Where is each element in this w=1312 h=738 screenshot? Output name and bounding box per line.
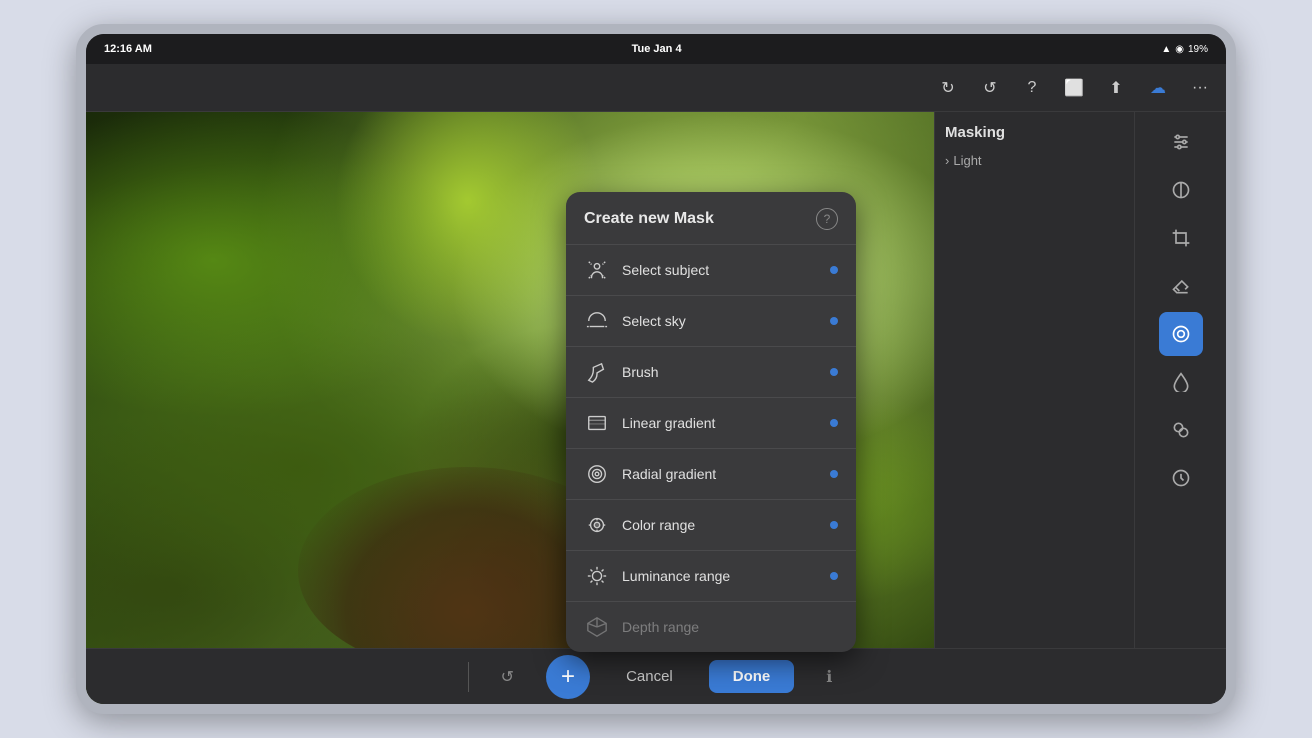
more-button[interactable]: ··· [1186,74,1214,102]
battery-indicator: 19% [1188,44,1208,55]
select-sky-dot [830,317,838,325]
help-icon: ? [824,212,831,226]
select-subject-icon [584,257,610,283]
done-button[interactable]: Done [709,660,795,693]
info-button[interactable]: ℹ [814,661,844,693]
brush-dot [830,368,838,376]
popup-header: Create new Mask ? [566,192,856,245]
mask-option-luminance-range[interactable]: Luminance range [566,551,856,602]
select-sky-icon [584,308,610,334]
luminance-range-label: Luminance range [622,568,818,584]
circle-icon-button[interactable] [1159,168,1203,212]
status-icons: ▲ ◉ 19% [1161,44,1208,55]
popup-help-button[interactable]: ? [816,208,838,230]
brush-icon [584,359,610,385]
select-subject-label: Select subject [622,262,818,278]
radial-gradient-dot [830,470,838,478]
mask-option-depth-range[interactable]: Depth range [566,602,856,652]
masking-panel: Masking › Light [934,112,1134,704]
redo-button[interactable]: ↻ [934,74,962,102]
crop-icon-button[interactable] [1159,216,1203,260]
drop-icon-button[interactable] [1159,360,1203,404]
create-mask-popup: Create new Mask ? Select subject [566,192,856,652]
right-panel [1134,112,1226,704]
mask-option-brush[interactable]: Brush [566,347,856,398]
status-time: 12:16 AM [104,43,152,55]
mask-option-select-sky[interactable]: Select sky [566,296,856,347]
cellular-icon: ◉ [1175,44,1184,55]
linear-gradient-label: Linear gradient [622,415,818,431]
bottom-divider [468,662,469,692]
help-button[interactable]: ? [1018,74,1046,102]
luminance-range-icon [584,563,610,589]
sliders-icon-button[interactable] [1159,120,1203,164]
masking-title: Masking [945,124,1124,141]
undo-bottom-button[interactable]: ↺ [489,661,526,693]
mask-option-select-subject[interactable]: Select subject [566,245,856,296]
depth-range-icon [584,614,610,640]
mask-option-radial-gradient[interactable]: Radial gradient [566,449,856,500]
color-range-dot [830,521,838,529]
bottom-bar: ↺ + Cancel Done ℹ [86,648,1226,704]
share-button[interactable]: ⬆ [1102,74,1130,102]
cancel-button[interactable]: Cancel [610,662,689,691]
radial-gradient-label: Radial gradient [622,466,818,482]
no-image-button[interactable]: ⬜ [1060,74,1088,102]
chevron-right-icon: › [945,153,949,168]
masking-icon-button[interactable] [1159,312,1203,356]
brush-label: Brush [622,364,818,380]
light-label: Light [953,153,981,168]
toolbar: ↻ ↺ ? ⬜ ⬆ ☁ ··· [86,64,1226,112]
cloud-button[interactable]: ☁ [1144,74,1172,102]
ipad-device: 12:16 AM Tue Jan 4 ▲ ◉ 19% ↻ ↺ ? ⬜ ⬆ ☁ ·… [76,24,1236,714]
linear-gradient-icon [584,410,610,436]
history-icon-button[interactable] [1159,456,1203,500]
color-range-label: Color range [622,517,818,533]
linear-gradient-dot [830,419,838,427]
popup-title: Create new Mask [584,210,714,228]
mask-option-linear-gradient[interactable]: Linear gradient [566,398,856,449]
status-date: Tue Jan 4 [632,43,682,55]
select-sky-label: Select sky [622,313,818,329]
depth-range-label: Depth range [622,619,838,635]
mask-option-color-range[interactable]: Color range [566,500,856,551]
wifi-icon: ▲ [1161,44,1171,55]
luminance-range-dot [830,572,838,580]
undo-button[interactable]: ↺ [976,74,1004,102]
select-subject-dot [830,266,838,274]
fx-icon-button[interactable] [1159,408,1203,452]
color-range-icon [584,512,610,538]
radial-gradient-icon [584,461,610,487]
plus-icon: + [561,663,575,691]
add-mask-button[interactable]: + [546,655,590,699]
light-row[interactable]: › Light [945,149,1124,172]
eraser-icon-button[interactable] [1159,264,1203,308]
status-bar: 12:16 AM Tue Jan 4 ▲ ◉ 19% [86,34,1226,64]
